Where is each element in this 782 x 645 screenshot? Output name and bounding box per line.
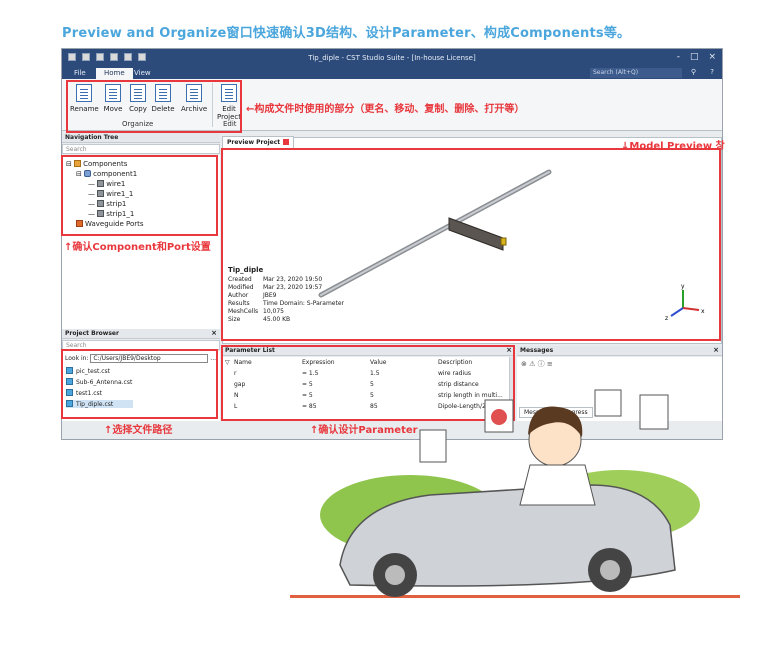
tab-view[interactable]: View bbox=[126, 68, 159, 79]
driver-shirt bbox=[519, 464, 596, 506]
tree-highlight-box bbox=[61, 155, 218, 236]
title-bar: Tip_diple - CST Studio Suite - [In-house… bbox=[62, 49, 722, 67]
close-icon[interactable]: × bbox=[211, 329, 217, 337]
floating-report-icon bbox=[639, 394, 669, 430]
message-filter-icons[interactable]: ⊗ ⚠ ⓘ ≡ bbox=[521, 359, 553, 369]
navigation-tree-title: Navigation Tree bbox=[62, 133, 220, 143]
front-hub bbox=[385, 565, 405, 585]
window-controls: - □ × bbox=[677, 52, 716, 62]
close-button[interactable]: × bbox=[708, 52, 716, 62]
floating-graph-icon bbox=[594, 389, 622, 417]
tab-preview-project[interactable]: Preview Project bbox=[222, 136, 295, 148]
search-icon[interactable]: ⚲ bbox=[691, 68, 696, 76]
floating-doc-icon bbox=[419, 429, 447, 463]
messages-label: Messages bbox=[520, 347, 554, 354]
ribbon-annotation: ←构成文件时使用的部分（更名、移动、复制、删除、打开等） bbox=[246, 104, 525, 115]
close-icon[interactable]: × bbox=[713, 346, 719, 354]
ribbon-highlight-box bbox=[66, 80, 242, 133]
tree-annotation: ↑确认Component和Port设置 bbox=[64, 242, 211, 253]
preview-annotation: ↓Model Preview 창 bbox=[621, 141, 725, 152]
messages-title: Messages × bbox=[517, 346, 722, 356]
ribbon-tabs: File Home View Search (Alt+Q) ⚲ ? bbox=[62, 67, 722, 79]
browser-highlight-box bbox=[61, 349, 218, 419]
pie-icon bbox=[491, 409, 507, 425]
browser-annotation: ↑选择文件路径 bbox=[104, 425, 173, 436]
search-all-input[interactable]: Search (Alt+Q) bbox=[590, 68, 682, 78]
minimize-button[interactable]: - bbox=[677, 52, 680, 62]
window-title: Tip_diple - CST Studio Suite - [In-house… bbox=[308, 54, 476, 62]
project-browser-label: Project Browser bbox=[65, 330, 119, 337]
navigation-search-input[interactable]: Search bbox=[62, 144, 220, 154]
help-icon[interactable]: ? bbox=[710, 68, 714, 76]
road-line bbox=[290, 595, 740, 598]
navigation-tree-label: Navigation Tree bbox=[65, 134, 119, 141]
tab-file[interactable]: File bbox=[66, 68, 94, 79]
maximize-button[interactable]: □ bbox=[690, 52, 699, 62]
driver-illustration bbox=[290, 389, 740, 598]
close-icon[interactable] bbox=[283, 139, 290, 145]
page-headline: Preview and Organize窗口快速确认3D结构、设计Paramet… bbox=[62, 26, 631, 41]
preview-highlight-box bbox=[221, 148, 721, 341]
project-browser-title: Project Browser × bbox=[62, 329, 220, 339]
rear-hub bbox=[600, 560, 620, 580]
preview-tab-label: Preview Project bbox=[227, 139, 281, 146]
